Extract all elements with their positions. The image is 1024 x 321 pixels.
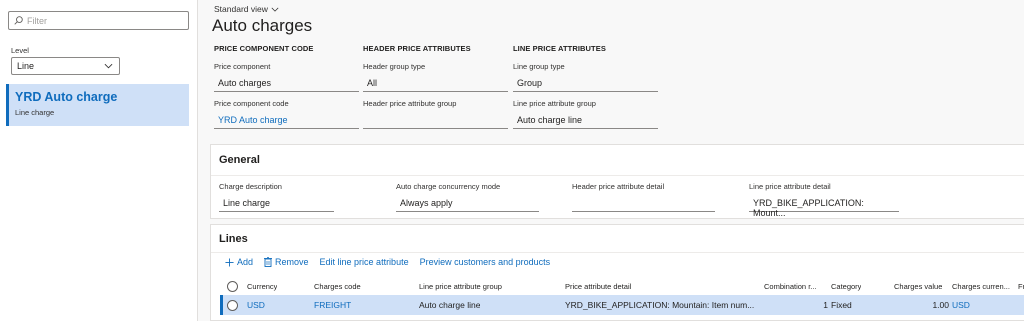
line-group-type-label: Line group type (513, 62, 565, 71)
column-header[interactable]: Charges value (894, 282, 942, 291)
remove-label: Remove (275, 257, 309, 267)
line-attr-group-label: Line price attribute group (513, 99, 596, 108)
preview-customers-button[interactable]: Preview customers and products (420, 257, 551, 267)
concurrency-mode-label: Auto charge concurrency mode (396, 182, 501, 191)
column-header[interactable]: Combination r... (764, 282, 824, 291)
general-card: General Charge description Line charge A… (210, 144, 1024, 219)
category-cell[interactable]: Fixed (831, 300, 852, 310)
column-header[interactable]: Fr (1018, 282, 1024, 291)
price-component-field[interactable]: Auto charges (214, 76, 359, 92)
column-header[interactable]: Line price attribute group (419, 282, 502, 291)
level-label: Level (11, 46, 29, 55)
price-component-section: PRICE COMPONENT CODE Price component Aut… (214, 44, 359, 129)
edit-line-price-attribute-button[interactable]: Edit line price attribute (320, 257, 409, 267)
add-button[interactable]: Add (225, 257, 253, 267)
charge-description-field[interactable]: Line charge (219, 196, 334, 212)
column-header[interactable]: Category (831, 282, 861, 291)
header-attr-detail-label: Header price attribute detail (572, 182, 665, 191)
lines-heading: Lines (219, 233, 248, 245)
view-selector[interactable]: Standard view (214, 4, 279, 14)
section-heading: PRICE COMPONENT CODE (214, 44, 314, 53)
price-component-code-link[interactable]: YRD Auto charge (214, 113, 359, 129)
view-name: Standard view (214, 4, 268, 14)
list-item-selected[interactable]: YRD Auto charge Line charge (6, 84, 189, 126)
header-attr-detail-field[interactable] (572, 196, 715, 212)
price-attr-detail-cell[interactable]: YRD_BIKE_APPLICATION: Mountain: Item num… (565, 300, 765, 310)
lines-grid-header: Currency Charges code Line price attribu… (220, 276, 1024, 296)
chevron-down-icon (271, 7, 279, 12)
line-price-attr-group-cell[interactable]: Auto charge line (419, 300, 480, 310)
delete-icon (264, 257, 273, 267)
price-component-code-label: Price component code (214, 99, 289, 108)
line-attr-detail-field[interactable]: YRD_BIKE_APPLICATION: Mount... (749, 196, 899, 218)
main-pane: Standard view Auto charges PRICE COMPONE… (198, 0, 1024, 321)
filter-input[interactable]: Filter (8, 11, 189, 30)
charges-value-cell[interactable]: 1.00 (913, 300, 949, 310)
add-icon (225, 257, 234, 267)
column-header[interactable]: Charges code (314, 282, 361, 291)
header-attributes-section: HEADER PRICE ATTRIBUTES Header group typ… (363, 44, 508, 129)
lines-toolbar: Add Remove Edit line price attribute Pre… (225, 257, 550, 267)
price-component-label: Price component (214, 62, 271, 71)
level-value: Line (17, 61, 35, 71)
charge-description-label: Charge description (219, 182, 282, 191)
remove-button[interactable]: Remove (264, 257, 309, 267)
level-select[interactable]: Line (11, 57, 120, 75)
list-item-subtitle: Line charge (15, 108, 55, 117)
header-group-type-label: Header group type (363, 62, 426, 71)
row-select-radio[interactable] (227, 299, 238, 311)
column-header[interactable]: Charges curren... (952, 282, 1014, 291)
concurrency-mode-field[interactable]: Always apply (396, 196, 539, 212)
table-row[interactable]: USD FREIGHT Auto charge line YRD_BIKE_AP… (220, 295, 1024, 315)
header-group-type-field[interactable]: All (363, 76, 508, 92)
general-heading: General (219, 154, 260, 166)
search-icon (14, 16, 23, 25)
filter-placeholder: Filter (27, 15, 47, 26)
select-all-radio[interactable] (227, 280, 238, 292)
column-header[interactable]: Price attribute detail (565, 282, 631, 291)
section-heading: HEADER PRICE ATTRIBUTES (363, 44, 471, 53)
add-label: Add (237, 257, 254, 267)
charges-code-cell[interactable]: FREIGHT (314, 300, 351, 310)
header-attr-group-field[interactable] (363, 113, 508, 129)
page-title: Auto charges (212, 16, 313, 35)
line-group-type-field[interactable]: Group (513, 76, 658, 92)
currency-cell[interactable]: USD (247, 300, 265, 310)
left-pane: Filter Level Line YRD Auto charge Line c… (0, 0, 198, 321)
header-attr-group-label: Header price attribute group (363, 99, 457, 108)
chevron-down-icon (104, 63, 113, 69)
line-attr-detail-label: Line price attribute detail (749, 182, 831, 191)
line-attr-group-field[interactable]: Auto charge line (513, 113, 658, 129)
list-item-title: YRD Auto charge (15, 90, 118, 104)
combination-cell[interactable]: 1 (818, 300, 828, 310)
charges-currency-cell[interactable]: USD (952, 300, 970, 310)
line-attributes-section: LINE PRICE ATTRIBUTES Line group type Gr… (513, 44, 658, 129)
section-heading: LINE PRICE ATTRIBUTES (513, 44, 606, 53)
column-header[interactable]: Currency (247, 282, 277, 291)
